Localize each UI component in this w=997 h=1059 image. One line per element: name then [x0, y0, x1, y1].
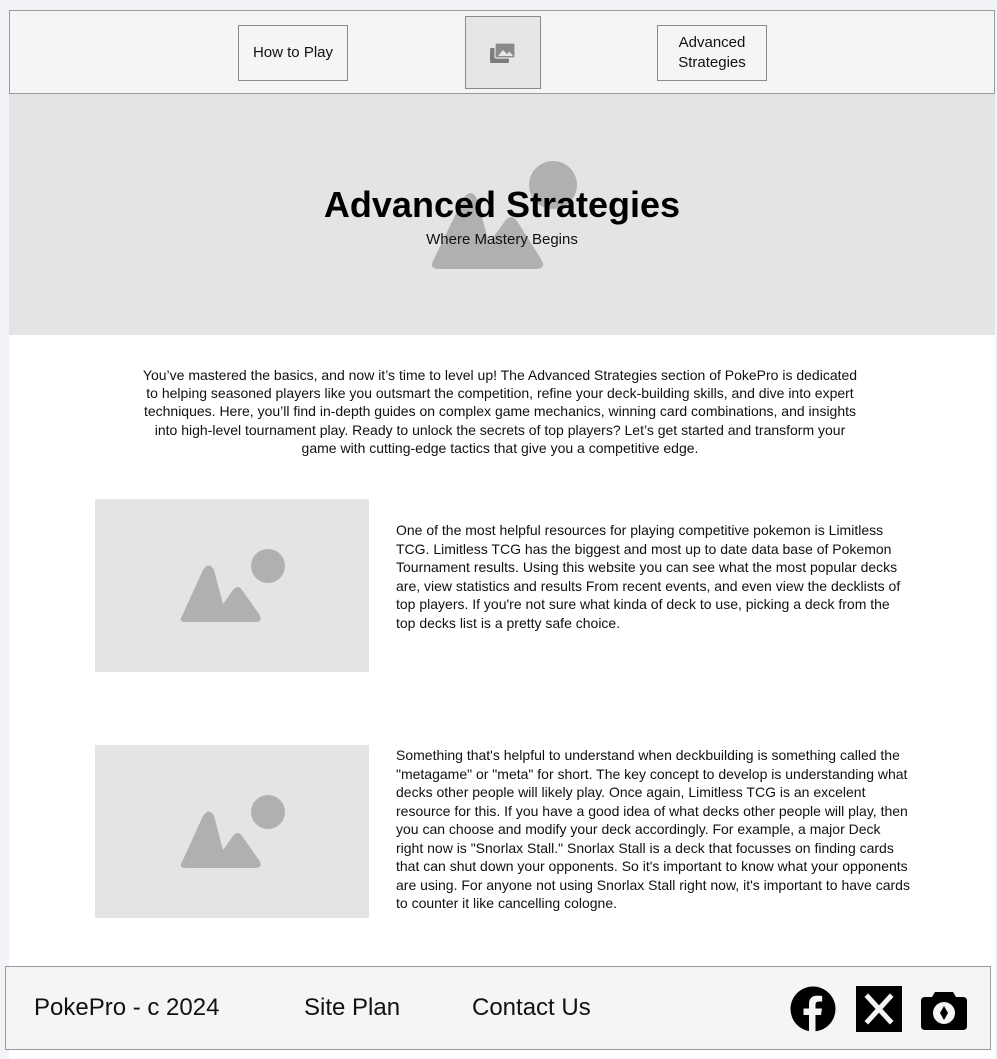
image-gallery-icon [490, 41, 516, 63]
hero-banner: Advanced Strategies Where Mastery Begins [9, 94, 995, 335]
nav-how-to-play-button[interactable]: How to Play [238, 25, 348, 81]
x-icon[interactable] [856, 986, 902, 1032]
footer-copyright: PokePro - c 2024 [34, 994, 220, 1021]
footer: PokePro - c 2024 Site Plan Contact Us [5, 966, 991, 1050]
image-placeholder-icon [180, 549, 285, 622]
nav-advanced-strategies-label: Advanced Strategies [678, 34, 746, 71]
nav-how-to-play-label: How to Play [252, 44, 334, 61]
image-placeholder-icon [180, 795, 285, 868]
nav-advanced-strategies-button[interactable]: Advanced Strategies [657, 25, 767, 81]
section-1-image [95, 499, 369, 672]
camera-icon[interactable] [921, 986, 967, 1032]
footer-site-plan-link[interactable]: Site Plan [304, 994, 400, 1022]
section-1-text: One of the most helpful resources for pl… [396, 522, 901, 631]
facebook-icon[interactable] [790, 986, 836, 1032]
section-2-image [95, 745, 369, 918]
section-2-text: Something that's helpful to understand w… [396, 747, 910, 911]
top-nav: How to Play Advanced Strategies [9, 10, 995, 94]
intro-paragraph: You’ve mastered the basics, and now it’s… [142, 367, 858, 456]
home-logo-button[interactable] [465, 16, 541, 89]
footer-contact-link[interactable]: Contact Us [472, 994, 591, 1022]
page-subtitle: Where Mastery Begins [426, 231, 578, 248]
page-title: Advanced Strategies [323, 184, 681, 225]
